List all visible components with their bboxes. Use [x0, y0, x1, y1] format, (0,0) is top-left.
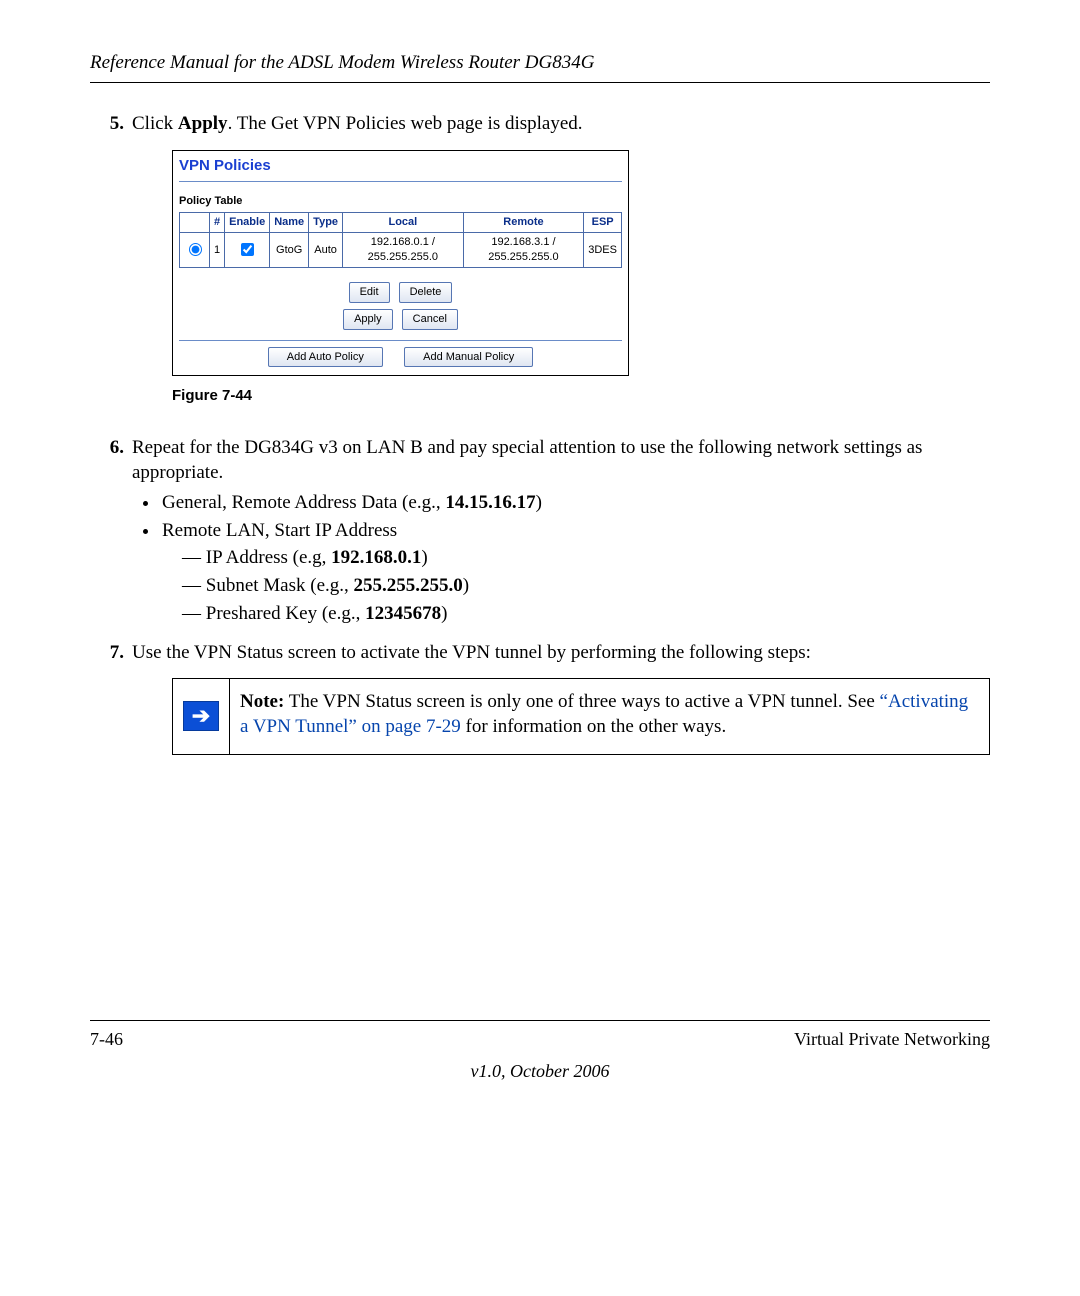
note-body: The VPN Status screen is only one of thr… [284, 691, 879, 712]
bold-value: 255.255.255.0 [354, 575, 463, 596]
text: ) [421, 547, 427, 568]
bold-value: 14.15.16.17 [445, 492, 535, 513]
row-name: GtoG [270, 233, 309, 268]
row-local: 192.168.0.1 / 255.255.255.0 [343, 233, 464, 268]
table-header-row: # Enable Name Type Local Remote ESP [180, 213, 622, 233]
step-text: . The Get VPN Policies web page is displ… [228, 113, 583, 134]
text: Preshared Key (e.g., [206, 603, 365, 624]
list-item: IP Address (e.g, 192.168.0.1) [182, 545, 990, 571]
button-row-1: Edit Delete [173, 282, 628, 303]
arrow-right-icon: ➔ [183, 701, 219, 731]
note-text: Note: The VPN Status screen is only one … [230, 679, 989, 754]
step-number: 6. [90, 435, 132, 630]
list-item: Remote LAN, Start IP Address IP Address … [160, 518, 990, 627]
text: ) [441, 603, 447, 624]
col-local: Local [343, 213, 464, 233]
button-row-2: Apply Cancel [173, 309, 628, 330]
step-number: 5. [90, 111, 132, 425]
vpn-title: VPN Policies [173, 151, 628, 178]
col-type: Type [309, 213, 343, 233]
bold-value: 192.168.0.1 [331, 547, 421, 568]
footer-page-number: 7-46 [90, 1027, 123, 1051]
bullet-list: General, Remote Address Data (e.g., 14.1… [156, 490, 990, 626]
policy-table-heading: Policy Table [173, 184, 628, 213]
col-enable: Enable [225, 213, 270, 233]
text: ) [536, 492, 542, 513]
delete-button[interactable]: Delete [399, 282, 453, 303]
step-text: Click [132, 113, 178, 134]
text: IP Address (e.g, [206, 547, 331, 568]
cancel-button[interactable]: Cancel [402, 309, 458, 330]
row-select-radio[interactable] [189, 243, 202, 256]
edit-button[interactable]: Edit [349, 282, 390, 303]
step-text: Repeat for the DG834G v3 on LAN B and pa… [132, 437, 922, 484]
row-enable-checkbox[interactable] [241, 243, 254, 256]
button-row-3: Add Auto Policy Add Manual Policy [173, 347, 628, 368]
text: ) [463, 575, 469, 596]
steps-list: 5. Click Apply. The Get VPN Policies web… [90, 111, 990, 755]
list-item: Subnet Mask (e.g., 255.255.255.0) [182, 573, 990, 599]
step-text: Use the VPN Status screen to activate th… [132, 642, 811, 663]
step-7: 7. Use the VPN Status screen to activate… [90, 640, 990, 755]
step-bold: Apply [178, 113, 228, 134]
bold-value: 12345678 [365, 603, 441, 624]
row-remote: 192.168.3.1 / 255.255.255.0 [463, 233, 584, 268]
col-name: Name [270, 213, 309, 233]
col-select [180, 213, 210, 233]
list-item: General, Remote Address Data (e.g., 14.1… [160, 490, 990, 516]
figure-caption: Figure 7-44 [172, 386, 990, 406]
col-num: # [210, 213, 225, 233]
note-icon-cell: ➔ [173, 679, 230, 754]
table-row: 1 GtoG Auto 192.168.0.1 / 255.255.255.0 … [180, 233, 622, 268]
col-remote: Remote [463, 213, 584, 233]
policy-table: # Enable Name Type Local Remote ESP 1 [179, 212, 622, 268]
row-esp: 3DES [584, 233, 622, 268]
step-5: 5. Click Apply. The Get VPN Policies web… [90, 111, 990, 425]
footer-version: v1.0, October 2006 [90, 1059, 990, 1083]
apply-button[interactable]: Apply [343, 309, 393, 330]
step-number: 7. [90, 640, 132, 755]
col-esp: ESP [584, 213, 622, 233]
add-auto-policy-button[interactable]: Add Auto Policy [268, 347, 383, 368]
dash-list: IP Address (e.g, 192.168.0.1) Subnet Mas… [182, 545, 990, 626]
text: Remote LAN, Start IP Address [162, 520, 397, 541]
row-num: 1 [210, 233, 225, 268]
note-body: for information on the other ways. [461, 716, 726, 737]
add-manual-policy-button[interactable]: Add Manual Policy [404, 347, 533, 368]
divider [179, 181, 622, 182]
footer-section: Virtual Private Networking [794, 1027, 990, 1051]
list-item: Preshared Key (e.g., 12345678) [182, 601, 990, 627]
text: Subnet Mask (e.g., [206, 575, 354, 596]
page-header: Reference Manual for the ADSL Modem Wire… [90, 50, 990, 83]
note-label: Note: [240, 691, 284, 712]
divider [179, 340, 622, 341]
note-box: ➔ Note: The VPN Status screen is only on… [172, 678, 990, 755]
row-type: Auto [309, 233, 343, 268]
text: General, Remote Address Data (e.g., [162, 492, 445, 513]
step-6: 6. Repeat for the DG834G v3 on LAN B and… [90, 435, 990, 630]
vpn-policies-screenshot: VPN Policies Policy Table # Enable Name … [172, 150, 629, 376]
page-footer: 7-46 Virtual Private Networking [90, 1020, 990, 1051]
